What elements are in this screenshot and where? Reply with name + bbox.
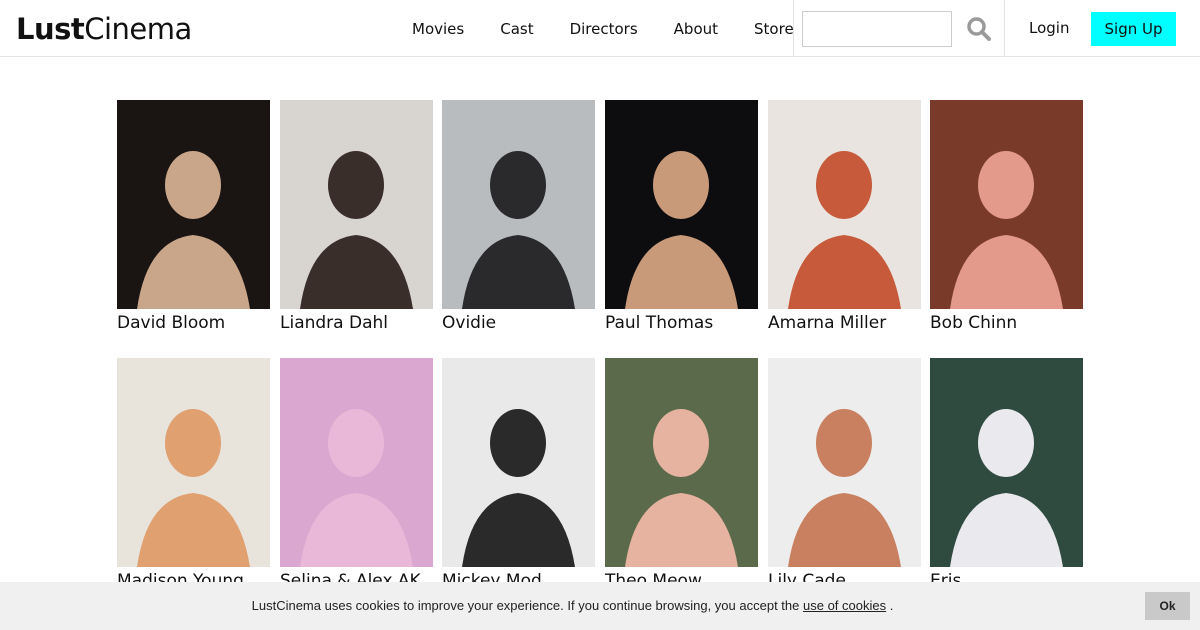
login-link[interactable]: Login	[1029, 19, 1069, 37]
person-photo-image	[605, 358, 758, 567]
person-card[interactable]: Lily Cade	[768, 358, 921, 592]
person-photo[interactable]	[768, 358, 921, 567]
nav-movies[interactable]: Movies	[412, 20, 464, 38]
person-card[interactable]: Ovidie	[442, 100, 595, 334]
person-card[interactable]: Eris	[930, 358, 1083, 592]
person-card[interactable]: Mickey Mod	[442, 358, 595, 592]
person-photo-image	[280, 100, 433, 309]
person-card[interactable]: Liandra Dahl	[280, 100, 433, 334]
person-name[interactable]: Liandra Dahl	[280, 312, 433, 334]
person-card[interactable]: Paul Thomas	[605, 100, 758, 334]
cookie-policy-link[interactable]: use of cookies	[803, 598, 886, 613]
header-divider	[793, 0, 794, 57]
signup-button[interactable]: Sign Up	[1091, 12, 1176, 46]
person-card[interactable]: Madison Young	[117, 358, 270, 592]
person-photo[interactable]	[280, 358, 433, 567]
site-logo[interactable]: LustCinema	[16, 12, 192, 46]
person-card[interactable]: Amarna Miller	[768, 100, 921, 334]
person-name[interactable]: Amarna Miller	[768, 312, 921, 334]
person-photo[interactable]	[117, 358, 270, 567]
person-photo[interactable]	[442, 358, 595, 567]
header-divider	[1004, 0, 1005, 57]
main-nav: Movies Cast Directors About Store	[412, 0, 794, 57]
person-card[interactable]: Selina & Alex AK	[280, 358, 433, 592]
person-photo-image	[442, 100, 595, 309]
person-photo-image	[768, 358, 921, 567]
search-input[interactable]	[802, 11, 952, 47]
person-card[interactable]: Bob Chinn	[930, 100, 1083, 334]
person-photo[interactable]	[280, 100, 433, 309]
cookie-ok-button[interactable]: Ok	[1145, 592, 1190, 620]
person-photo-image	[605, 100, 758, 309]
person-name[interactable]: David Bloom	[117, 312, 270, 334]
nav-directors[interactable]: Directors	[570, 20, 638, 38]
site-header: LustCinema Movies Cast Directors About S…	[0, 0, 1200, 57]
person-photo[interactable]	[930, 100, 1083, 309]
person-photo-image	[930, 100, 1083, 309]
nav-cast[interactable]: Cast	[500, 20, 533, 38]
person-photo[interactable]	[117, 100, 270, 309]
person-photo[interactable]	[605, 100, 758, 309]
person-name[interactable]: Ovidie	[442, 312, 595, 334]
cookie-banner: LustCinema uses cookies to improve your …	[0, 582, 1200, 630]
person-photo-image	[930, 358, 1083, 567]
person-photo-image	[117, 100, 270, 309]
cookie-text-end: .	[889, 598, 894, 613]
person-photo[interactable]	[930, 358, 1083, 567]
person-photo-image	[768, 100, 921, 309]
cookie-message: LustCinema uses cookies to improve your …	[0, 598, 1145, 613]
person-name[interactable]: Paul Thomas	[605, 312, 758, 334]
person-card[interactable]: Theo Meow	[605, 358, 758, 592]
nav-about[interactable]: About	[674, 20, 718, 38]
person-name[interactable]: Bob Chinn	[930, 312, 1083, 334]
person-photo[interactable]	[605, 358, 758, 567]
logo-bold-text: Lust	[16, 12, 85, 46]
logo-light-text: Cinema	[84, 12, 192, 46]
cookie-text: LustCinema uses cookies to improve your …	[251, 598, 800, 613]
person-photo-image	[117, 358, 270, 567]
person-photo[interactable]	[768, 100, 921, 309]
nav-store[interactable]: Store	[754, 20, 794, 38]
person-photo[interactable]	[442, 100, 595, 309]
person-card[interactable]: David Bloom	[117, 100, 270, 334]
search-icon[interactable]	[966, 16, 992, 42]
person-photo-image	[442, 358, 595, 567]
person-photo-image	[280, 358, 433, 567]
